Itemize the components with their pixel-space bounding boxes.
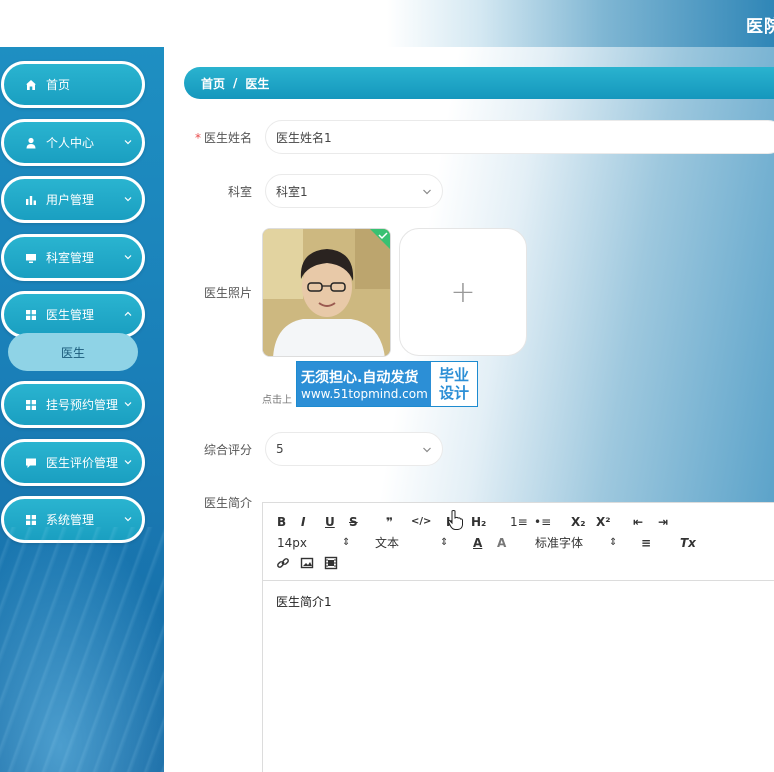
doctor-name-value: 医生姓名1	[276, 130, 332, 145]
sidebar-item-label: 用户管理	[46, 193, 95, 207]
sidebar-item-label: 挂号预约管理	[46, 398, 119, 412]
monitor-icon	[25, 252, 37, 264]
sidebar-item-appointment-management[interactable]: 挂号预约管理	[1, 381, 145, 428]
sidebar-item-label: 系统管理	[46, 513, 95, 527]
sidebar: 首页 个人中心 用户管理 科室管理 医生管理 医生 挂号预约管理 医生评价管理 …	[0, 47, 164, 772]
chevron-down-icon	[124, 460, 132, 465]
submenu-item-doctor[interactable]: 医生	[8, 333, 138, 371]
watermark-right1: 毕业	[438, 366, 469, 384]
rating-value: 5	[276, 442, 284, 456]
sidebar-item-department-management[interactable]: 科室管理	[1, 234, 145, 281]
font-size-select[interactable]: 14px	[277, 536, 307, 550]
watermark-line2: www.51topmind.com	[301, 387, 428, 401]
chevron-down-icon	[124, 517, 132, 522]
sidebar-item-system-management[interactable]: 系统管理	[1, 496, 145, 543]
watermark-badge: 无须担心.自动发货 www.51topmind.com 毕业 设计	[296, 361, 478, 407]
grid-icon	[25, 399, 37, 411]
rich-text-editor: B I U S ❞ </> H₁ H₂ 1≡ •≡ X₂ X² ⇤ ⇥ 14px…	[262, 502, 774, 772]
breadcrumb-current: 医生	[245, 76, 270, 91]
chevron-up-icon	[124, 311, 132, 316]
font-family-arrow-icon: ⇕	[609, 537, 618, 548]
chevron-down-icon	[423, 189, 431, 195]
sidebar-item-label: 医生评价管理	[46, 456, 119, 470]
department-select[interactable]: 科室1	[265, 174, 443, 208]
doctor-name-input[interactable]: 医生姓名1	[265, 120, 774, 154]
header-select[interactable]: 文本	[375, 536, 399, 550]
editor-toolbar: B I U S ❞ </> H₁ H₂ 1≡ •≡ X₂ X² ⇤ ⇥ 14px…	[263, 503, 774, 581]
font-family-select[interactable]: 标准字体	[535, 536, 583, 550]
breadcrumb-home[interactable]: 首页	[201, 75, 225, 92]
clean-format-button[interactable]: Tx	[680, 536, 696, 550]
upload-tip: 点击上	[262, 395, 292, 406]
doctor-photo-label: 医生照片	[203, 286, 252, 300]
doctor-name-label-text: 医生姓名	[203, 131, 252, 145]
superscript-button[interactable]: X²	[596, 515, 611, 529]
subscript-button[interactable]: X₂	[571, 515, 586, 529]
plus-icon: +	[450, 274, 476, 310]
header-arrow-icon: ⇕	[440, 537, 449, 548]
sidebar-item-label: 科室管理	[46, 251, 95, 265]
chevron-down-icon	[124, 255, 132, 260]
home-icon	[25, 79, 37, 91]
video-icon[interactable]	[324, 556, 338, 573]
breadcrumb: 首页 / 医生	[184, 67, 774, 99]
link-icon[interactable]	[276, 556, 290, 573]
required-mark: *	[194, 131, 201, 145]
intro-label: 医生简介	[203, 496, 252, 510]
main-content: 首页 / 医生 * 医生姓名 医生姓名1 科室 科室1 医生照片 + 点击上 无…	[164, 47, 774, 772]
outdent-button[interactable]: ⇤	[633, 515, 643, 529]
chevron-down-icon	[423, 447, 431, 453]
bold-button[interactable]: B	[277, 515, 286, 529]
doctor-portrait-image	[263, 229, 390, 356]
sidebar-item-label: 首页	[46, 78, 71, 92]
editor-content[interactable]: 医生简介1	[263, 581, 774, 622]
sidebar-item-personal-center[interactable]: 个人中心	[1, 119, 145, 166]
rating-select[interactable]: 5	[265, 432, 443, 466]
user-icon	[25, 137, 37, 149]
chevron-down-icon	[124, 140, 132, 145]
department-label: 科室	[227, 185, 252, 199]
grid-icon	[25, 309, 37, 321]
watermark-line1: 无须担心.自动发货	[301, 370, 419, 386]
font-size-arrow-icon: ⇕	[342, 537, 351, 548]
quote-button[interactable]: ❞	[386, 515, 393, 529]
indent-button[interactable]: ⇥	[658, 515, 668, 529]
background-color-button[interactable]: A	[497, 536, 506, 550]
strike-button[interactable]: S	[349, 515, 358, 529]
sidebar-item-review-management[interactable]: 医生评价管理	[1, 439, 145, 486]
sidebar-item-label: 个人中心	[46, 136, 95, 150]
italic-button[interactable]: I	[301, 515, 305, 529]
code-button[interactable]: </>	[411, 515, 431, 529]
sidebar-item-user-management[interactable]: 用户管理	[1, 176, 145, 223]
editor-text: 医生简介1	[276, 595, 332, 609]
doctor-name-label: * 医生姓名	[164, 129, 252, 146]
align-button[interactable]: ≡	[641, 536, 651, 550]
rating-label: 综合评分	[203, 443, 252, 457]
grid-icon	[25, 514, 37, 526]
sidebar-item-doctor-management[interactable]: 医生管理	[1, 291, 145, 338]
app-title: 医院	[746, 17, 774, 37]
top-header: 医院	[0, 0, 774, 47]
h2-button[interactable]: H₂	[471, 515, 486, 529]
department-value: 科室1	[276, 184, 308, 199]
ordered-list-button[interactable]: 1≡	[510, 515, 528, 529]
underline-button[interactable]: U	[325, 515, 335, 529]
image-icon[interactable]	[300, 556, 314, 573]
bullet-list-button[interactable]: •≡	[534, 515, 551, 529]
chevron-down-icon	[124, 402, 132, 407]
doctor-photo[interactable]	[262, 228, 391, 357]
chevron-down-icon	[124, 197, 132, 202]
sidebar-item-home[interactable]: 首页	[1, 61, 145, 108]
font-color-button[interactable]: A	[473, 536, 482, 550]
upload-button[interactable]: +	[399, 228, 527, 356]
watermark-right2: 设计	[438, 384, 469, 402]
sidebar-item-label: 医生管理	[46, 308, 95, 322]
watermark-right: 毕业 设计	[431, 362, 477, 406]
chart-bar-icon	[25, 194, 37, 206]
hand-cursor-icon	[447, 510, 463, 530]
watermark-left: 无须担心.自动发货 www.51topmind.com	[297, 362, 431, 406]
comment-icon	[25, 457, 37, 469]
breadcrumb-separator: /	[233, 76, 238, 90]
